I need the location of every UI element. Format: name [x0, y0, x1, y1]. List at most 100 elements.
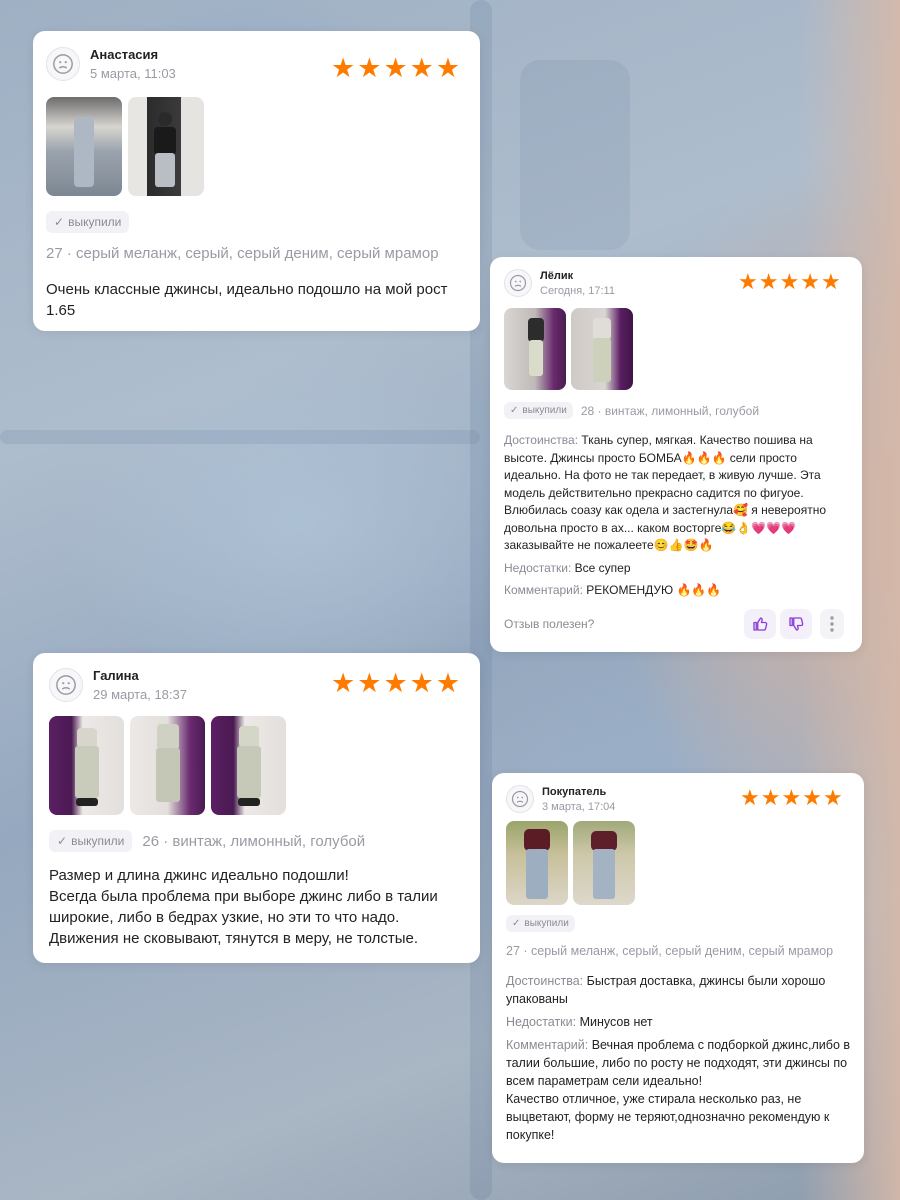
user-avatar-icon	[504, 269, 532, 297]
more-options-button[interactable]	[820, 609, 844, 639]
thumbs-up-button[interactable]	[744, 609, 776, 639]
comment-text: РЕКОМЕНДУЮ 🔥🔥🔥	[586, 583, 722, 597]
check-icon: ✓	[510, 405, 519, 416]
comment-label: Комментарий:	[504, 583, 583, 597]
cons-label: Недостатки:	[504, 560, 572, 575]
star-icon: ★	[781, 785, 802, 810]
star-icon: ★	[409, 668, 434, 698]
star-icon: ★	[409, 53, 434, 83]
reviewer-name[interactable]: Лёлик	[540, 270, 615, 282]
user-avatar-icon	[506, 785, 534, 813]
reviewer-name[interactable]: Анастасия	[90, 47, 176, 62]
review-header: Анастасия 5 марта, 11:03	[46, 47, 176, 81]
cons-block: Недостатки: Все супер	[504, 560, 852, 578]
cons-block: Недостатки: Минусов нет	[506, 1013, 856, 1031]
thumbs-down-icon	[789, 617, 804, 631]
size-color-info: 28 · винтаж, лимонный, голубой	[580, 403, 760, 418]
review-photo[interactable]	[571, 308, 633, 390]
purchased-badge: ✓ выкупили	[504, 402, 573, 419]
check-icon: ✓	[57, 834, 68, 848]
star-icon: ★	[760, 785, 781, 810]
star-icon: ★	[740, 785, 760, 810]
pros-block: Достоинства: Ткань супер, мягкая. Качест…	[504, 432, 852, 555]
review-photo[interactable]	[49, 716, 124, 815]
star-icon: ★	[331, 53, 356, 83]
review-photo[interactable]	[506, 821, 568, 905]
helpful-question: Отзыв полезен?	[504, 617, 595, 631]
user-avatar-icon	[46, 47, 80, 81]
comment-text: Вечная проблема с подборкой джинс,либо в…	[506, 1038, 851, 1142]
pros-text: Ткань супер, мягкая. Качество пошива на …	[504, 433, 826, 552]
review-body: Достоинства: Ткань супер, мягкая. Качест…	[504, 432, 852, 600]
review-text: Очень классные джинсы, идеально подошло …	[46, 281, 448, 319]
size-color-info: 26 · винтаж, лимонный, голубой	[142, 832, 366, 850]
cons-text: Минусов нет	[579, 1015, 653, 1029]
purchased-badge: ✓ выкупили	[506, 915, 575, 932]
pros-block: Достоинства: Быстрая доставка, джинсы бы…	[506, 972, 856, 1008]
check-icon: ✓	[54, 215, 65, 229]
review-photo[interactable]	[128, 97, 204, 196]
purchase-info-row: ✓ выкупили 28 · винтаж, лимонный, голубой	[504, 402, 759, 419]
review-date: 3 марта, 17:04	[542, 800, 616, 813]
review-date: 5 марта, 11:03	[90, 66, 176, 81]
more-vertical-icon	[830, 616, 834, 632]
star-icon: ★	[822, 785, 843, 810]
size-color-info: 27 · серый меланж, серый, серый деним, с…	[506, 944, 834, 958]
review-card: Лёлик Сегодня, 17:11 ★ ★ ★ ★ ★ ✓ выкупили 28 …	[490, 257, 862, 652]
background-seam	[520, 60, 630, 250]
rating-stars: ★ ★ ★ ★ ★	[331, 53, 460, 84]
check-icon: ✓	[512, 918, 521, 929]
review-photo[interactable]	[46, 97, 122, 196]
review-text: Размер и длина джинс идеально подошли! В…	[49, 867, 438, 947]
badge-label: выкупили	[68, 215, 122, 229]
star-icon: ★	[357, 668, 382, 698]
reviewer-name[interactable]: Покупатель	[542, 786, 615, 798]
review-photos	[506, 821, 635, 905]
review-photo[interactable]	[504, 308, 566, 390]
review-date: Сегодня, 17:11	[540, 284, 615, 297]
star-icon: ★	[383, 53, 408, 83]
cons-text: Все супер	[574, 560, 631, 575]
background-seam	[0, 430, 480, 444]
badge-label: выкупили	[71, 834, 125, 848]
review-header: Лёлик Сегодня, 17:11	[504, 269, 615, 297]
review-header: Покупатель 3 марта, 17:04	[506, 785, 615, 813]
thumbs-down-button[interactable]	[780, 609, 812, 639]
review-card: Покупатель 3 марта, 17:04 ★ ★ ★ ★ ★ ✓ выкупил…	[492, 773, 864, 1163]
star-icon: ★	[435, 53, 461, 83]
star-icon: ★	[779, 269, 800, 294]
cons-label: Недостатки:	[506, 1015, 577, 1029]
star-icon: ★	[800, 269, 820, 294]
star-icon: ★	[758, 269, 779, 294]
review-date: 29 марта, 18:37	[93, 687, 187, 702]
size-color-info: 27 · серый меланж, серый, серый деним, с…	[46, 245, 439, 262]
star-icon: ★	[802, 785, 822, 810]
badge-label: выкупили	[522, 405, 567, 416]
purchase-info-row: ✓ выкупили 26 · винтаж, лимонный, голубой	[49, 830, 365, 852]
comment-block: Комментарий: Вечная проблема с подборкой…	[506, 1036, 856, 1144]
rating-stars: ★ ★ ★ ★ ★	[740, 785, 843, 811]
thumbs-up-icon	[753, 617, 768, 631]
reviewer-name[interactable]: Галина	[93, 668, 187, 683]
review-header: Галина 29 марта, 18:37	[49, 668, 187, 702]
review-photos	[504, 308, 633, 390]
rating-stars: ★ ★ ★ ★ ★	[738, 269, 841, 295]
review-body: Достоинства: Быстрая доставка, джинсы бы…	[506, 972, 856, 1144]
star-icon: ★	[738, 269, 758, 294]
review-card: Галина 29 марта, 18:37 ★ ★ ★ ★ ★ ✓ выкупили 2…	[33, 653, 480, 963]
star-icon: ★	[820, 269, 841, 294]
star-icon: ★	[331, 668, 356, 698]
review-photo[interactable]	[130, 716, 205, 815]
review-photos	[49, 716, 286, 815]
review-card: Анастасия 5 марта, 11:03 ★ ★ ★ ★ ★ ✓ выкупили…	[33, 31, 480, 331]
star-icon: ★	[435, 668, 461, 698]
purchased-badge: ✓ выкупили	[49, 830, 133, 852]
comment-block: Комментарий: РЕКОМЕНДУЮ 🔥🔥🔥	[504, 582, 852, 600]
rating-stars: ★ ★ ★ ★ ★	[331, 668, 460, 699]
comment-label: Комментарий:	[506, 1038, 589, 1052]
review-photo[interactable]	[573, 821, 635, 905]
review-photo[interactable]	[211, 716, 286, 815]
user-avatar-icon	[49, 668, 83, 702]
purchased-badge: ✓ выкупили	[46, 211, 130, 233]
review-photos	[46, 97, 204, 196]
